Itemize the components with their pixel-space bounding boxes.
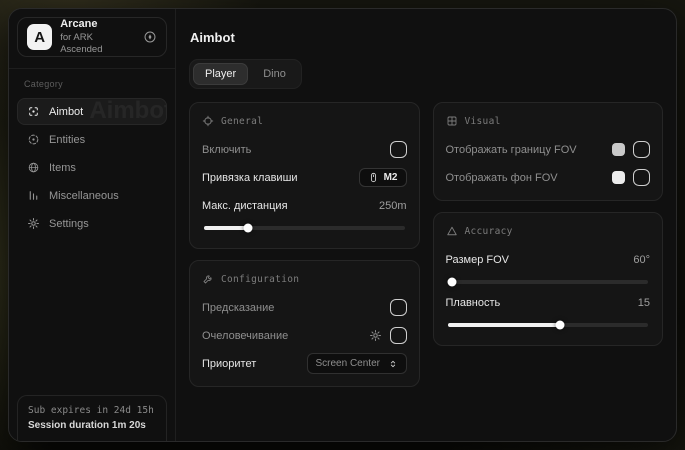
prediction-label: Предсказание xyxy=(202,302,274,314)
sidebar-item-label: Items xyxy=(49,162,76,174)
priority-label: Приоритет xyxy=(202,358,256,370)
enable-row: Включить xyxy=(202,138,407,161)
max-distance-value: 250m xyxy=(379,200,407,212)
fov-size-value: 60° xyxy=(633,254,650,266)
nav-ghost-label: Aimbot xyxy=(89,98,167,125)
tab-player[interactable]: Player xyxy=(193,63,248,85)
keybind-label: Привязка клавиши xyxy=(202,172,298,184)
fov-background-color-swatch[interactable] xyxy=(612,171,625,184)
fov-size-label: Размер FOV xyxy=(446,254,509,266)
humanization-checkbox[interactable] xyxy=(390,327,407,344)
sidebar-item-items[interactable]: Items xyxy=(17,154,167,181)
crosshair-icon xyxy=(27,105,40,118)
crosshair-small-icon xyxy=(202,115,214,127)
card-header-label: Accuracy xyxy=(465,226,513,237)
keybind-row: Привязка клавиши M2 xyxy=(202,166,407,189)
card-header-label: Visual xyxy=(465,116,501,127)
compass-icon[interactable] xyxy=(143,30,157,44)
humanization-row: Очеловечивание xyxy=(202,324,407,347)
tab-dino[interactable]: Dino xyxy=(251,63,298,85)
main-panel: Aimbot Player Dino General xyxy=(176,9,676,441)
triangle-icon xyxy=(446,225,458,237)
smoothness-row: Плавность 15 xyxy=(446,291,651,314)
max-distance-slider[interactable] xyxy=(204,226,405,230)
wrench-icon xyxy=(202,273,214,285)
page-title: Aimbot xyxy=(190,30,663,45)
slider-fill xyxy=(204,226,248,230)
app-title: Arcane xyxy=(60,18,135,32)
left-column: General Включить Привязка клавиши xyxy=(189,102,420,387)
sidebar-item-label: Settings xyxy=(49,218,89,230)
fov-size-slider[interactable] xyxy=(448,280,649,284)
slider-thumb[interactable] xyxy=(555,321,564,330)
card-header-label: General xyxy=(221,116,263,127)
fov-size-row: Размер FOV 60° xyxy=(446,248,651,271)
sidebar-item-aimbot[interactable]: Aimbot Aimbot xyxy=(17,98,167,125)
slider-thumb[interactable] xyxy=(244,224,253,233)
fov-border-color-swatch[interactable] xyxy=(612,143,625,156)
brand-card: A Arcane for ARK Ascended xyxy=(17,17,167,57)
sidebar-item-label: Miscellaneous xyxy=(49,190,119,202)
gear-icon xyxy=(27,217,40,230)
category-label: Category xyxy=(17,77,167,98)
prediction-checkbox[interactable] xyxy=(390,299,407,316)
prediction-row: Предсказание xyxy=(202,296,407,319)
fov-background-label: Отображать фон FOV xyxy=(446,172,558,184)
bars-icon xyxy=(27,189,40,202)
sidebar-item-miscellaneous[interactable]: Miscellaneous xyxy=(17,182,167,209)
sidebar-nav: Aimbot Aimbot Entities Items xyxy=(17,98,167,238)
smoothness-slider[interactable] xyxy=(448,323,649,327)
app-window: A Arcane for ARK Ascended Category Aimbo… xyxy=(8,8,677,442)
general-card: General Включить Привязка клавиши xyxy=(189,102,420,249)
max-distance-row: Макс. дистанция 250m xyxy=(202,194,407,217)
priority-dropdown[interactable]: Screen Center xyxy=(307,353,407,374)
sidebar-item-label: Aimbot xyxy=(49,106,83,118)
keybind-value: M2 xyxy=(384,172,398,183)
game-background: A Arcane for ARK Ascended Category Aimbo… xyxy=(0,0,685,450)
max-distance-label: Макс. дистанция xyxy=(202,200,288,212)
fov-background-checkbox[interactable] xyxy=(633,169,650,186)
tab-bar: Player Dino xyxy=(189,59,302,89)
priority-value: Screen Center xyxy=(316,358,380,369)
chevron-up-down-icon xyxy=(388,359,398,369)
humanization-label: Очеловечивание xyxy=(202,330,288,342)
humanization-settings-gear-icon[interactable] xyxy=(369,329,382,342)
priority-row: Приоритет Screen Center xyxy=(202,352,407,375)
mouse-icon xyxy=(368,172,379,183)
card-header-label: Configuration xyxy=(221,274,299,285)
fov-border-checkbox[interactable] xyxy=(633,141,650,158)
configuration-card: Configuration Предсказание Очеловечивани… xyxy=(189,260,420,387)
right-column: Visual Отображать границу FOV Отображать… xyxy=(433,102,664,346)
sidebar-divider xyxy=(9,68,175,69)
accuracy-card: Accuracy Размер FOV 60° Плавность 15 xyxy=(433,212,664,346)
fov-background-row: Отображать фон FOV xyxy=(446,166,651,189)
app-logo: A xyxy=(27,24,52,50)
fov-border-row: Отображать границу FOV xyxy=(446,138,651,161)
visual-card: Visual Отображать границу FOV Отображать… xyxy=(433,102,664,201)
enable-label: Включить xyxy=(202,144,251,156)
sub-expires-text: Sub expires in 24d 15h xyxy=(28,405,156,416)
smoothness-label: Плавность xyxy=(446,297,501,309)
sidebar: A Arcane for ARK Ascended Category Aimbo… xyxy=(9,9,176,441)
enable-checkbox[interactable] xyxy=(390,141,407,158)
session-info-card: Sub expires in 24d 15h Session duration … xyxy=(17,395,167,441)
grid-icon xyxy=(446,115,458,127)
session-duration-text: Session duration 1m 20s xyxy=(28,420,156,431)
fov-border-label: Отображать границу FOV xyxy=(446,144,577,156)
smoothness-value: 15 xyxy=(638,297,650,309)
radar-icon xyxy=(27,133,40,146)
slider-fill xyxy=(448,323,560,327)
cards-layout: General Включить Привязка клавиши xyxy=(189,102,663,387)
sidebar-item-label: Entities xyxy=(49,134,85,146)
globe-icon xyxy=(27,161,40,174)
logo-letter: A xyxy=(34,29,45,46)
sidebar-item-settings[interactable]: Settings xyxy=(17,210,167,237)
app-subtitle: for ARK Ascended xyxy=(60,32,135,56)
sidebar-item-entities[interactable]: Entities xyxy=(17,126,167,153)
slider-thumb[interactable] xyxy=(447,278,456,287)
keybind-button[interactable]: M2 xyxy=(359,168,407,187)
